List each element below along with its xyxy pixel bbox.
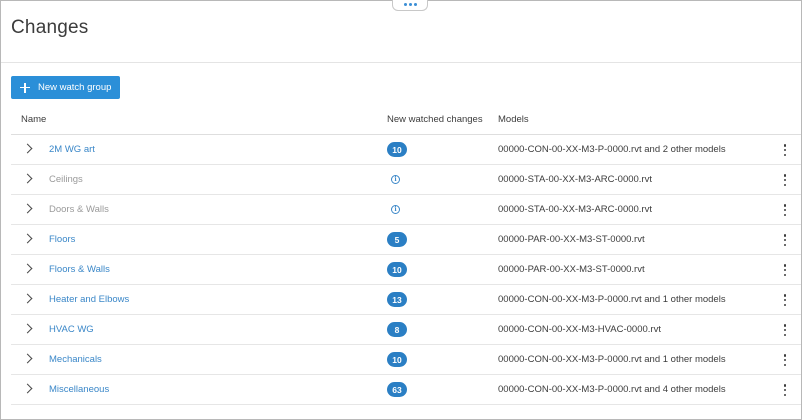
table-row[interactable]: Miscellaneous 63 00000-CON-00-XX-M3-P-0000…: [11, 375, 801, 405]
watch-group-name[interactable]: Mechanicals: [49, 354, 102, 365]
more-vertical-icon[interactable]: [781, 353, 789, 367]
table-header: Name New watched changes Models: [11, 104, 801, 135]
new-watch-group-button[interactable]: New watch group: [11, 76, 120, 99]
chevron-right-icon[interactable]: [22, 263, 33, 274]
table-row[interactable]: Heater and Elbows 13 00000-CON-00-XX-M3-P-…: [11, 285, 801, 315]
changes-count-badge: 10: [387, 142, 407, 157]
watch-group-name[interactable]: Miscellaneous: [49, 384, 109, 395]
models-cell: 00000-STA-00-XX-M3-ARC-0000.rvt: [498, 204, 652, 215]
new-watch-group-label: New watch group: [38, 82, 112, 93]
watch-group-name[interactable]: Floors: [49, 234, 75, 245]
watch-group-name: Doors & Walls: [49, 204, 109, 215]
chevron-right-icon[interactable]: [22, 353, 33, 364]
models-cell: 00000-CON-00-XX-M3-HVAC-0000.rvt: [498, 324, 661, 335]
table-row[interactable]: HVAC WG 8 00000-CON-00-XX-M3-HVAC-0000.rvt: [11, 315, 801, 345]
models-cell: 00000-CON-00-XX-M3-P-0000.rvt and 2 othe…: [498, 144, 726, 155]
table-row[interactable]: Ceilings i 00000-STA-00-XX-M3-ARC-0000.rvt: [11, 165, 801, 195]
chevron-right-icon[interactable]: [22, 233, 33, 244]
models-cell: 00000-PAR-00-XX-M3-ST-0000.rvt: [498, 234, 645, 245]
chevron-right-icon[interactable]: [22, 203, 33, 214]
models-cell: 00000-CON-00-XX-M3-P-0000.rvt and 1 othe…: [498, 294, 726, 305]
info-icon[interactable]: i: [391, 175, 400, 184]
chevron-right-icon[interactable]: [22, 143, 33, 154]
table-row[interactable]: Floors 5 00000-PAR-00-XX-M3-ST-0000.rvt: [11, 225, 801, 255]
models-cell: 00000-CON-00-XX-M3-P-0000.rvt and 1 othe…: [498, 354, 726, 365]
more-vertical-icon[interactable]: [781, 233, 789, 247]
changes-count-badge: 10: [387, 262, 407, 277]
column-header-models[interactable]: Models: [498, 114, 529, 125]
changes-count-badge: 13: [387, 292, 407, 307]
table-row[interactable]: Floors & Walls 10 00000-PAR-00-XX-M3-ST-00…: [11, 255, 801, 285]
watch-group-name[interactable]: Heater and Elbows: [49, 294, 129, 305]
more-vertical-icon[interactable]: [781, 383, 789, 397]
panel-handle[interactable]: [392, 0, 428, 11]
info-icon[interactable]: i: [391, 205, 400, 214]
watch-groups-table: Name New watched changes Models 2M WG ar…: [11, 104, 801, 405]
table-row[interactable]: Doors & Walls i 00000-STA-00-XX-M3-ARC-000…: [11, 195, 801, 225]
chevron-right-icon[interactable]: [22, 173, 33, 184]
table-body: 2M WG art 10 00000-CON-00-XX-M3-P-0000.rvt…: [11, 135, 801, 405]
models-cell: 00000-STA-00-XX-M3-ARC-0000.rvt: [498, 174, 652, 185]
column-header-name[interactable]: Name: [21, 114, 46, 125]
table-row[interactable]: 2M WG art 10 00000-CON-00-XX-M3-P-0000.rvt…: [11, 135, 801, 165]
watch-group-name[interactable]: Floors & Walls: [49, 264, 110, 275]
more-vertical-icon[interactable]: [781, 143, 789, 157]
more-vertical-icon[interactable]: [781, 323, 789, 337]
changes-count-badge: 63: [387, 382, 407, 397]
watch-group-name[interactable]: HVAC WG: [49, 324, 94, 335]
chevron-right-icon[interactable]: [22, 383, 33, 394]
more-vertical-icon[interactable]: [781, 173, 789, 187]
column-header-changes[interactable]: New watched changes: [387, 114, 483, 125]
chevron-right-icon[interactable]: [22, 293, 33, 304]
more-vertical-icon[interactable]: [781, 203, 789, 217]
plus-icon: [20, 82, 30, 93]
watch-group-name[interactable]: 2M WG art: [49, 144, 95, 155]
page-title: Changes: [11, 17, 89, 38]
more-vertical-icon[interactable]: [781, 263, 789, 277]
table-row[interactable]: Mechanicals 10 00000-CON-00-XX-M3-P-0000.r…: [11, 345, 801, 375]
models-cell: 00000-CON-00-XX-M3-P-0000.rvt and 4 othe…: [498, 384, 726, 395]
more-horizontal-icon: [403, 3, 407, 6]
changes-count-badge: 10: [387, 352, 407, 367]
header-divider: [1, 62, 801, 63]
models-cell: 00000-PAR-00-XX-M3-ST-0000.rvt: [498, 264, 645, 275]
watch-group-name: Ceilings: [49, 174, 83, 185]
more-vertical-icon[interactable]: [781, 293, 789, 307]
changes-count-badge: 8: [387, 322, 407, 337]
chevron-right-icon[interactable]: [22, 323, 33, 334]
changes-count-badge: 5: [387, 232, 407, 247]
